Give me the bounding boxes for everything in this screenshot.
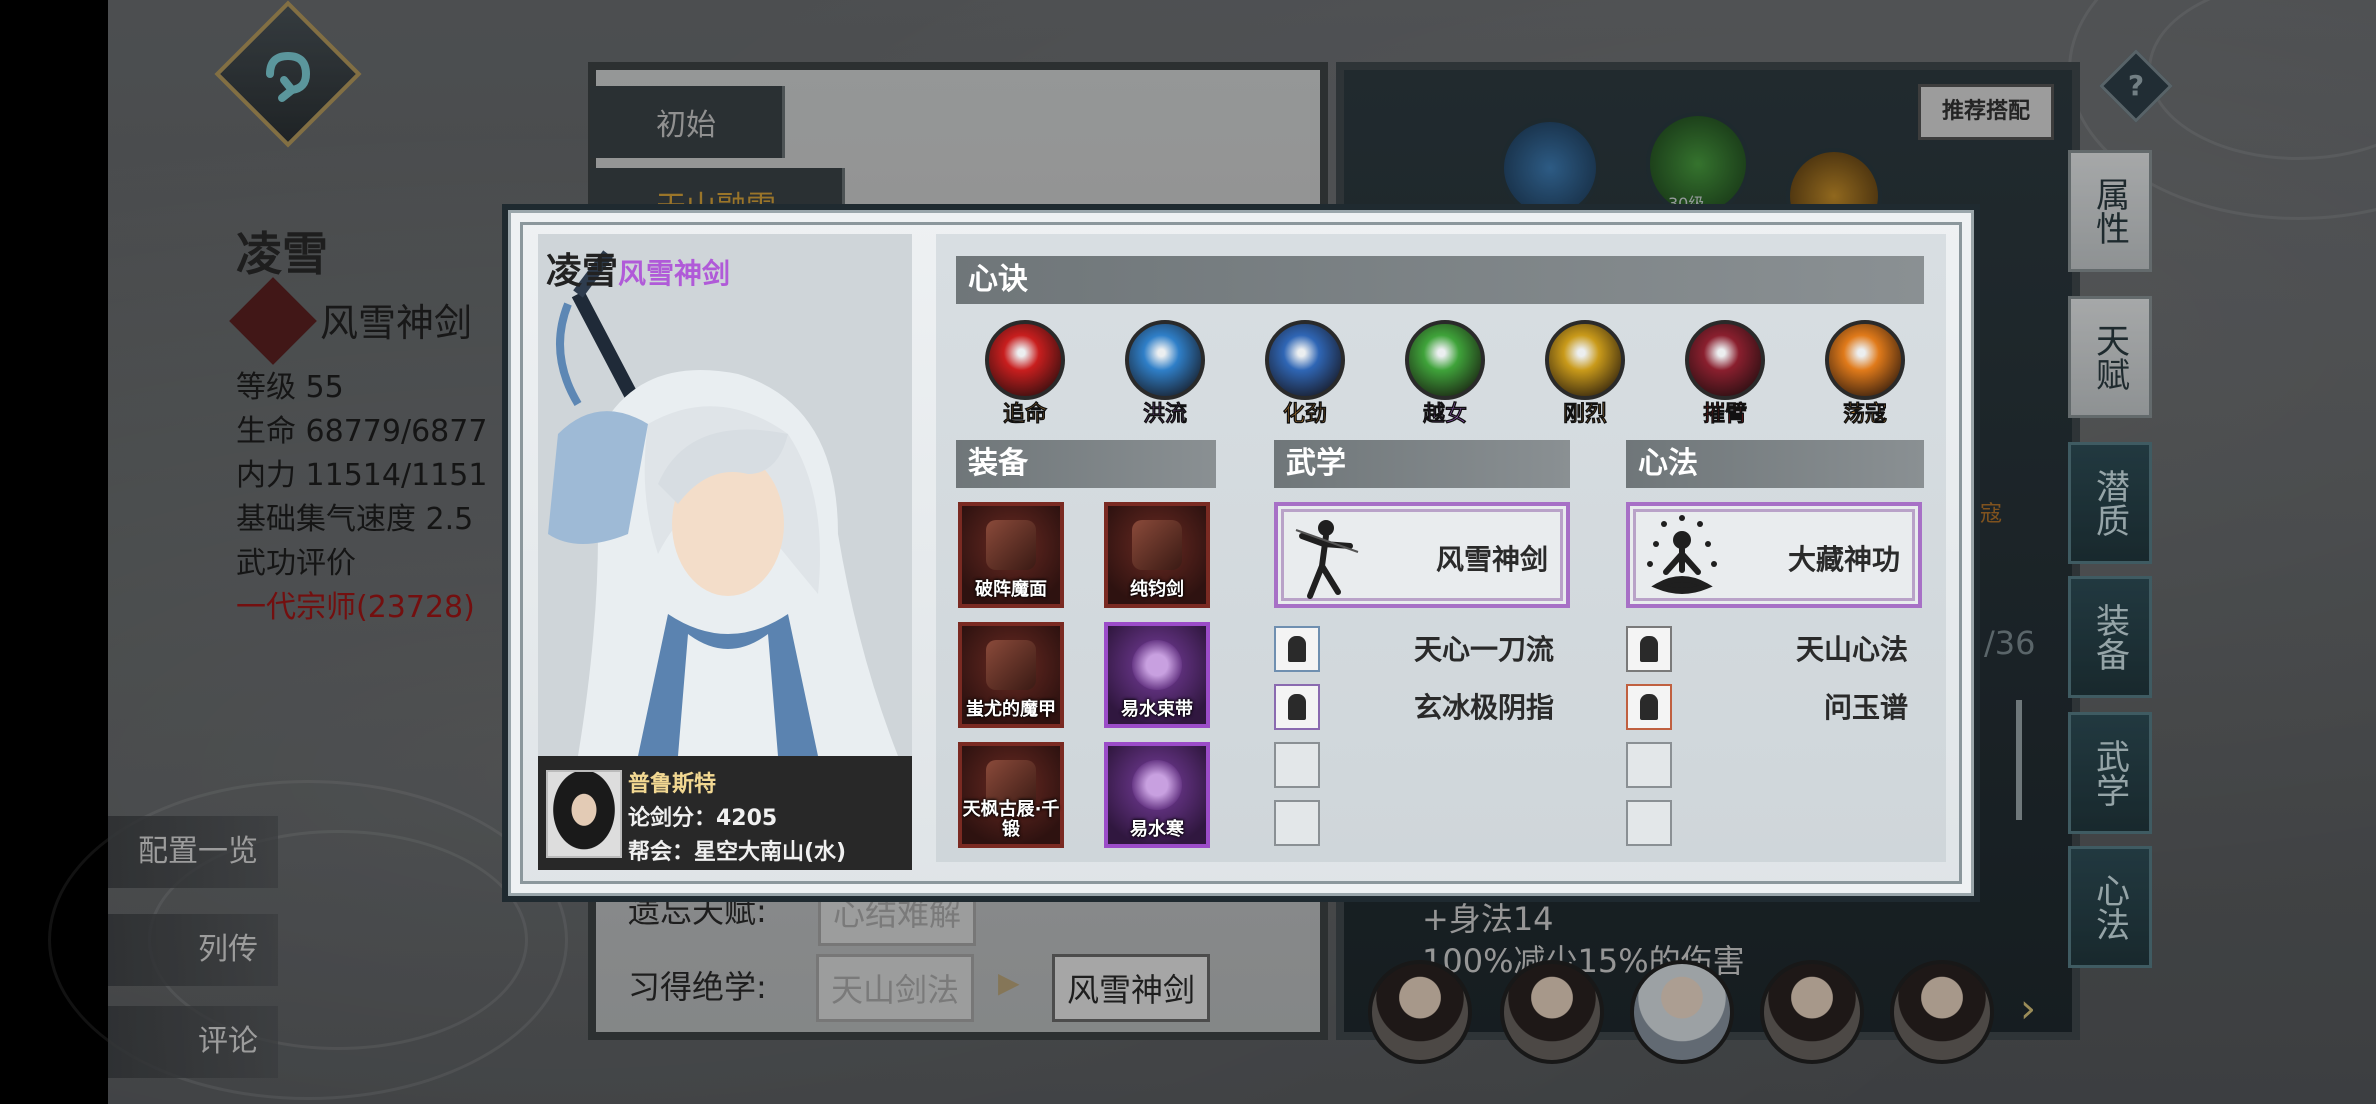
equipment-item-icon (1132, 760, 1182, 810)
xinjue-label: 荡寇 (1842, 402, 1888, 428)
player-avatar[interactable] (546, 770, 622, 858)
empty-slot (1274, 800, 1320, 846)
player-info-panel: 普鲁斯特 论剑分：4205 帮会：星空大南山(水) (538, 756, 912, 870)
sub-skill-icon (1626, 684, 1672, 730)
equipment-grid: 破阵魔面 纯钧剑蚩尤的魔甲 易水束带天枫古屐·千锻 易水寒 (956, 500, 1216, 856)
equipment-label: 纯钧剑 (1130, 579, 1184, 600)
xinjue-icon (1825, 320, 1905, 400)
character-art-image (538, 234, 912, 756)
xinjue-label: 化劲 (1282, 402, 1328, 428)
equipment-slot[interactable]: 蚩尤的魔甲 (958, 622, 1064, 728)
xinjue-header: 心诀 (956, 256, 1924, 304)
equipment-item-icon (986, 520, 1036, 570)
equipment-slot[interactable]: 纯钧剑 (1104, 502, 1210, 608)
player-guild: 帮会：星空大南山(水) (628, 840, 847, 865)
modal-character-name: 凌雪风雪神剑 (546, 242, 730, 294)
empty-slot (1626, 800, 1672, 846)
equipment-item-icon (986, 640, 1036, 690)
heart-header: 心法 (1626, 440, 1924, 488)
equipment-slot[interactable]: 易水束带 (1104, 622, 1210, 728)
portrait-card: 凌雪风雪神剑 普鲁斯特 论剑分：4205 帮会：星空大南山(水) (538, 234, 912, 870)
equipment-slot[interactable]: 破阵魔面 (958, 502, 1064, 608)
modal-character-title: 风雪神剑 (618, 257, 731, 290)
heart-main-label: 大藏神功 (1787, 543, 1900, 576)
xinjue-icon (1265, 320, 1345, 400)
xinjue-item[interactable]: 摧臂 (1670, 320, 1780, 430)
sub-skill-icon (1626, 626, 1672, 672)
equipment-label: 蚩尤的魔甲 (966, 699, 1056, 720)
equipment-header: 装备 (956, 440, 1216, 488)
martial-sub-list: 天心一刀流玄冰极阴指 (1274, 624, 1570, 856)
xinjue-item[interactable]: 越女 (1390, 320, 1500, 430)
sub-skill-row[interactable] (1274, 798, 1570, 848)
sub-skill-label: 天山心法 (1795, 633, 1908, 666)
xinjue-label: 越女 (1422, 402, 1468, 428)
sub-skill-icon (1274, 626, 1320, 672)
xinjue-label: 摧臂 (1702, 402, 1748, 428)
sub-skill-label: 问玉谱 (1823, 691, 1908, 724)
modal-character-name-text: 凌雪 (546, 251, 619, 292)
equipment-item-icon (1132, 520, 1182, 570)
martial-main-slot[interactable]: 风雪神剑 (1274, 502, 1570, 608)
martial-main-label: 风雪神剑 (1435, 543, 1548, 576)
sub-skill-row[interactable] (1626, 740, 1924, 790)
equipment-label: 破阵魔面 (975, 579, 1047, 600)
sub-skill-row[interactable]: 玄冰极阴指 (1274, 682, 1570, 732)
xinjue-icon (1685, 320, 1765, 400)
sub-skill-label: 玄冰极阴指 (1413, 691, 1554, 724)
martial-header: 武学 (1274, 440, 1570, 488)
sword-stance-icon (1295, 520, 1359, 599)
empty-slot (1626, 742, 1672, 788)
meditation-icon (1647, 515, 1717, 594)
sub-skill-label: 天心一刀流 (1413, 633, 1554, 666)
sub-skill-row[interactable]: 天心一刀流 (1274, 624, 1570, 674)
sub-skill-row[interactable]: 天山心法 (1626, 624, 1924, 674)
xinjue-label: 追命 (1002, 402, 1048, 428)
sub-skill-icon (1274, 684, 1320, 730)
xinjue-icon (1405, 320, 1485, 400)
sub-skill-row[interactable] (1274, 740, 1570, 790)
xinjue-label: 刚烈 (1562, 402, 1608, 428)
xinjue-row: 追命 洪流 化劲 越女 刚烈 摧臂 荡寇 (956, 320, 1924, 430)
equipment-label: 易水束带 (1121, 699, 1193, 720)
sub-skill-row[interactable]: 问玉谱 (1626, 682, 1924, 732)
figure-icon (1640, 694, 1658, 720)
xinjue-icon (985, 320, 1065, 400)
heart-main-slot[interactable]: 大藏神功 (1626, 502, 1922, 608)
xinjue-item[interactable]: 刚烈 (1530, 320, 1640, 430)
figure-icon (1288, 694, 1306, 720)
heart-sub-list: 天山心法问玉谱 (1626, 624, 1924, 856)
xinjue-icon (1125, 320, 1205, 400)
xinjue-item[interactable]: 追命 (970, 320, 1080, 430)
player-name: 普鲁斯特 (628, 772, 717, 797)
empty-slot (1274, 742, 1320, 788)
equipment-slot[interactable]: 易水寒 (1104, 742, 1210, 848)
xinjue-item[interactable]: 化劲 (1250, 320, 1360, 430)
equipment-item-icon (1132, 640, 1182, 690)
figure-icon (1288, 636, 1306, 662)
equipment-slot[interactable]: 天枫古屐·千锻 (958, 742, 1064, 848)
sub-skill-row[interactable] (1626, 798, 1924, 848)
xinjue-item[interactable]: 荡寇 (1810, 320, 1920, 430)
equipment-label: 天枫古屐·千锻 (962, 799, 1060, 840)
player-score: 论剑分：4205 (628, 806, 778, 831)
figure-icon (1640, 636, 1658, 662)
xinjue-item[interactable]: 洪流 (1110, 320, 1220, 430)
xinjue-label: 洪流 (1142, 402, 1188, 428)
equipment-label: 易水寒 (1130, 819, 1184, 840)
xinjue-icon (1545, 320, 1625, 400)
